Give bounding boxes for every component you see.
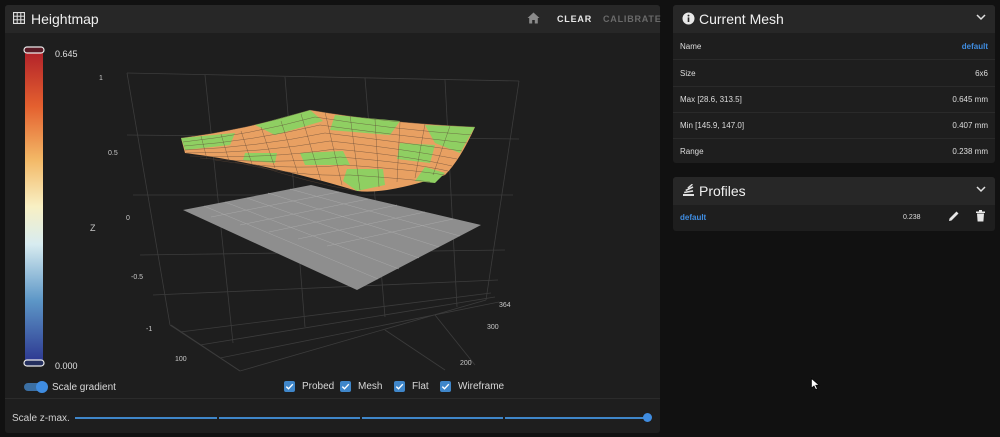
mesh-row-key: Range xyxy=(680,147,704,156)
mesh-row-range: Range 0.238 mm xyxy=(673,138,995,164)
scale-zmax-label: Scale z-max. xyxy=(12,413,70,424)
grid-icon xyxy=(13,12,25,24)
scale-min-label: 0.000 xyxy=(55,361,78,371)
info-icon xyxy=(682,12,695,25)
wireframe-label: Wireframe xyxy=(458,381,505,392)
heightmap-3d-plot[interactable]: 0.645 0.000 1 0.5 0 -0.5 -1 Z 100 364 30… xyxy=(5,35,660,380)
z-tick-label: -0.5 xyxy=(131,274,143,281)
current-mesh-panel: Current Mesh Name default Size 6x6 Max [… xyxy=(673,5,995,163)
delete-icon[interactable] xyxy=(975,210,986,222)
z-tick-label: 0 xyxy=(126,215,130,222)
flat-label: Flat xyxy=(412,381,429,392)
calibrate-button[interactable]: CALIBRATE xyxy=(603,14,662,24)
mesh-row-max: Max [28.6, 313.5] 0.645 mm xyxy=(673,86,995,113)
mesh-row-key: Size xyxy=(680,69,696,78)
current-mesh-title: Current Mesh xyxy=(699,11,784,27)
y-tick-label: 200 xyxy=(460,360,472,367)
mesh-row-name: Name default xyxy=(673,33,995,60)
color-scale-bar xyxy=(25,50,43,363)
slider-tick xyxy=(217,416,219,420)
probed-label: Probed xyxy=(302,381,335,392)
mesh-row-key: Name xyxy=(680,42,702,51)
x-tick-label: 100 xyxy=(175,356,187,363)
z-tick-label: 1 xyxy=(99,75,103,82)
mesh-label: Mesh xyxy=(358,381,383,392)
checkbox-checked-icon xyxy=(340,381,351,392)
y-tick-label: 300 xyxy=(487,324,499,331)
z-tick-label: 0.5 xyxy=(108,150,118,157)
mesh-row-min: Min [145.9, 147.0] 0.407 mm xyxy=(673,112,995,139)
mesh-name-link[interactable]: default xyxy=(962,42,988,51)
slider-tick xyxy=(503,416,505,420)
checkbox-checked-icon xyxy=(394,381,405,392)
profiles-header[interactable]: Profiles xyxy=(673,177,995,205)
y-tick-label: 364 xyxy=(499,302,511,309)
profiles-panel: Profiles default 0.238 xyxy=(673,177,995,231)
scale-gradient-label: Scale gradient xyxy=(52,382,116,393)
mesh-row-value: 0.407 mm xyxy=(952,121,988,130)
profile-name-link[interactable]: default xyxy=(680,213,706,222)
mouse-cursor-icon xyxy=(811,378,820,390)
edit-icon[interactable] xyxy=(948,210,960,222)
chevron-down-icon[interactable] xyxy=(976,186,986,193)
mesh-row-key: Max [28.6, 313.5] xyxy=(680,95,742,104)
divider xyxy=(5,398,660,399)
clear-button[interactable]: CLEAR xyxy=(557,14,592,24)
checkbox-checked-icon xyxy=(284,381,295,392)
current-mesh-header[interactable]: Current Mesh xyxy=(673,5,995,33)
checkbox-checked-icon xyxy=(440,381,451,392)
mesh-row-size: Size 6x6 xyxy=(673,60,995,87)
profile-range-value: 0.238 xyxy=(903,214,921,221)
color-scale-min-handle[interactable] xyxy=(23,359,45,367)
layers-stack-icon xyxy=(683,184,694,196)
z-tick-label: -1 xyxy=(146,326,152,333)
mesh-row-value: 0.645 mm xyxy=(952,95,988,104)
color-scale-max-handle[interactable] xyxy=(23,46,45,54)
page-title: Heightmap xyxy=(31,11,99,27)
profiles-title: Profiles xyxy=(699,183,746,199)
heightmap-header: Heightmap CLEAR CALIBRATE xyxy=(5,5,662,33)
mesh-row-value: 0.238 mm xyxy=(952,147,988,156)
slider-tick xyxy=(360,416,362,420)
toggle-knob xyxy=(36,381,48,393)
mesh-row-value: 6x6 xyxy=(975,69,988,78)
scale-zmax-slider-thumb[interactable] xyxy=(643,413,652,422)
heightmap-panel: Heightmap CLEAR CALIBRATE 0.645 0.000 1 … xyxy=(5,5,662,433)
scale-max-label: 0.645 xyxy=(55,49,78,59)
home-icon[interactable] xyxy=(527,12,540,24)
chevron-down-icon[interactable] xyxy=(976,14,986,21)
mesh-row-key: Min [145.9, 147.0] xyxy=(680,121,745,130)
z-axis-label: Z xyxy=(90,223,96,233)
